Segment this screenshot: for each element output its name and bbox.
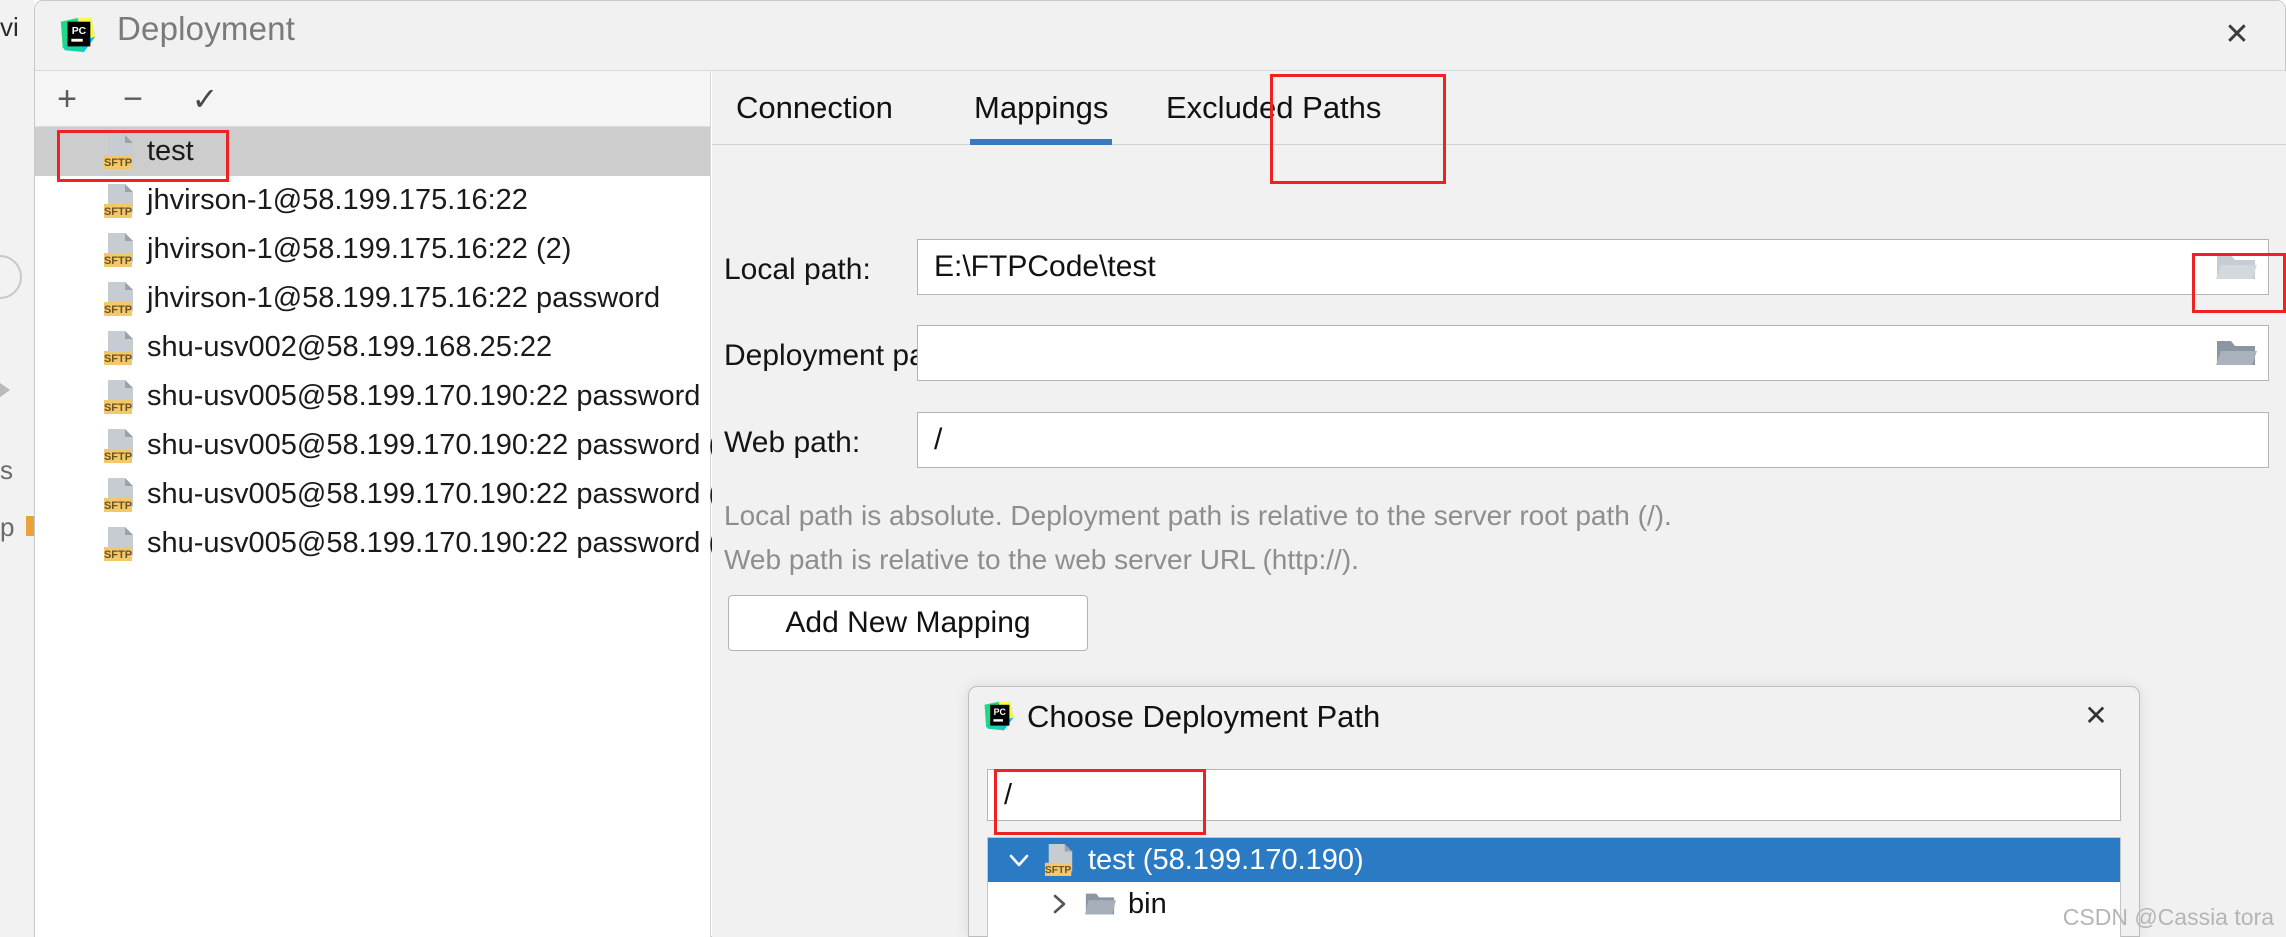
- tab-mappings[interactable]: Mappings: [960, 71, 1122, 145]
- dialog-path-input[interactable]: /: [987, 769, 2121, 821]
- background-ghost-text-3: p: [0, 512, 15, 542]
- list-item-label: shu-usv005@58.199.170.190:22 password: [147, 380, 701, 412]
- window-title: Deployment: [117, 10, 296, 47]
- web-path-label: Web path:: [724, 426, 861, 459]
- list-item[interactable]: SFTP test: [35, 127, 710, 176]
- svg-text:SFTP: SFTP: [104, 549, 132, 561]
- sftp-icon: SFTP: [104, 184, 133, 218]
- local-path-input[interactable]: E:\FTPCode\test: [917, 239, 2269, 295]
- svg-text:SFTP: SFTP: [104, 206, 132, 218]
- list-item-label: shu-usv002@58.199.168.25:22: [147, 331, 553, 363]
- svg-text:SFTP: SFTP: [104, 255, 132, 267]
- screen-root: vi s p PC Deployment ✕ + − ✓ SFTP test S…: [0, 0, 2286, 937]
- add-server-button[interactable]: +: [47, 79, 87, 119]
- sftp-icon: SFTP: [1045, 844, 1073, 876]
- dialog-close-icon[interactable]: ✕: [2075, 695, 2117, 737]
- svg-text:SFTP: SFTP: [104, 304, 132, 316]
- list-item-label: jhvirson-1@58.199.175.16:22 (2): [147, 233, 572, 265]
- window-titlebar: PC Deployment ✕: [35, 1, 2285, 71]
- folder-icon: [1084, 893, 1116, 915]
- list-item[interactable]: SFTP shu-usv005@58.199.170.190:22 passwo…: [35, 421, 744, 470]
- sftp-icon: SFTP: [104, 527, 133, 561]
- background-ghost-text-2: s: [0, 455, 13, 485]
- sftp-icon: SFTP: [104, 478, 133, 512]
- list-item-label: jhvirson-1@58.199.175.16:22: [147, 184, 528, 216]
- svg-text:SFTP: SFTP: [104, 353, 132, 365]
- list-item[interactable]: SFTP shu-usv005@58.199.170.190:22 passwo…: [35, 372, 710, 421]
- list-item-label: shu-usv005@58.199.170.190:22 password (3…: [147, 527, 744, 559]
- mapping-hint-line-1: Local path is absolute. Deployment path …: [724, 500, 1672, 531]
- svg-text:SFTP: SFTP: [104, 157, 132, 169]
- background-ghost-triangle: [0, 380, 10, 400]
- watermark: CSDN @Cassia tora: [2062, 904, 2274, 930]
- tree-item-root[interactable]: SFTP test (58.199.170.190): [988, 838, 2120, 882]
- deployment-path-input[interactable]: [917, 325, 2269, 381]
- list-item[interactable]: SFTP shu-usv002@58.199.168.25:22: [35, 323, 710, 372]
- chevron-right-icon[interactable]: [1046, 891, 1072, 917]
- sftp-icon: SFTP: [104, 380, 133, 414]
- tree-item-label: test (58.199.170.190): [1088, 843, 1364, 876]
- add-new-mapping-button[interactable]: Add New Mapping: [728, 595, 1088, 651]
- sftp-icon: SFTP: [104, 429, 133, 463]
- mapping-hint-line-2: Web path is relative to the web server U…: [724, 544, 1359, 575]
- list-item[interactable]: SFTP jhvirson-1@58.199.175.16:22 passwor…: [35, 274, 710, 323]
- sftp-icon: SFTP: [104, 233, 133, 267]
- background-ghost-text-1: vi: [0, 12, 19, 42]
- svg-text:PC: PC: [994, 707, 1007, 717]
- tab-active-underline: [970, 139, 1113, 145]
- background-ghost-marker: [26, 516, 34, 536]
- list-item-label: shu-usv005@58.199.170.190:22 password (1…: [147, 429, 744, 461]
- tab-bar: Connection Mappings Excluded Paths: [712, 71, 2286, 145]
- web-path-input[interactable]: /: [917, 412, 2269, 468]
- list-item-label: jhvirson-1@58.199.175.16:22 password: [147, 282, 661, 314]
- list-item-label: test: [147, 135, 194, 167]
- list-item-label: shu-usv005@58.199.170.190:22 password (2…: [147, 478, 744, 510]
- svg-text:SFTP: SFTP: [1045, 865, 1072, 876]
- close-icon[interactable]: ✕: [2215, 13, 2259, 57]
- servers-pane: + − ✓ SFTP test SFTP jhvirson-1@58.199.1…: [35, 71, 744, 937]
- svg-text:SFTP: SFTP: [104, 500, 132, 512]
- remove-server-button[interactable]: −: [113, 79, 153, 119]
- list-item[interactable]: SFTP jhvirson-1@58.199.175.16:22 (2): [35, 225, 710, 274]
- list-item[interactable]: SFTP jhvirson-1@58.199.175.16:22: [35, 176, 710, 225]
- local-path-label: Local path:: [724, 253, 871, 286]
- sftp-icon: SFTP: [104, 135, 133, 169]
- svg-text:PC: PC: [72, 26, 87, 37]
- set-default-server-button[interactable]: ✓: [185, 79, 225, 119]
- sftp-icon: SFTP: [104, 282, 133, 316]
- local-path-value: E:\FTPCode\test: [934, 250, 1156, 283]
- list-item[interactable]: SFTP shu-usv005@58.199.170.190:22 passwo…: [35, 519, 744, 568]
- svg-text:SFTP: SFTP: [104, 451, 132, 463]
- tree-item-label: bin: [1128, 887, 1167, 920]
- dialog-path-value: /: [1004, 778, 1013, 811]
- svg-text:SFTP: SFTP: [104, 402, 132, 414]
- tab-mappings-label: Mappings: [974, 90, 1109, 125]
- pycharm-icon: PC: [984, 701, 1014, 731]
- tab-excluded-paths[interactable]: Excluded Paths: [1152, 71, 1395, 145]
- dialog-path-tree: SFTP test (58.199.170.190) bin: [987, 837, 2121, 937]
- servers-toolbar: + − ✓: [35, 71, 710, 127]
- tab-connection[interactable]: Connection: [722, 71, 907, 145]
- sftp-icon: SFTP: [104, 331, 133, 365]
- dialog-title: Choose Deployment Path: [1027, 699, 1381, 734]
- tree-item-bin[interactable]: bin: [988, 882, 2120, 926]
- deployment-path-browse-icon[interactable]: [2214, 335, 2258, 371]
- choose-deployment-path-dialog: PC Choose Deployment Path ✕ / SFTP test …: [968, 686, 2140, 937]
- local-path-browse-icon[interactable]: [2214, 249, 2258, 285]
- chevron-down-icon[interactable]: [1006, 847, 1032, 873]
- server-list: SFTP test SFTP jhvirson-1@58.199.175.16:…: [35, 127, 744, 937]
- list-item[interactable]: SFTP shu-usv005@58.199.170.190:22 passwo…: [35, 470, 744, 519]
- web-path-value: /: [934, 423, 943, 456]
- pycharm-icon: PC: [60, 17, 96, 53]
